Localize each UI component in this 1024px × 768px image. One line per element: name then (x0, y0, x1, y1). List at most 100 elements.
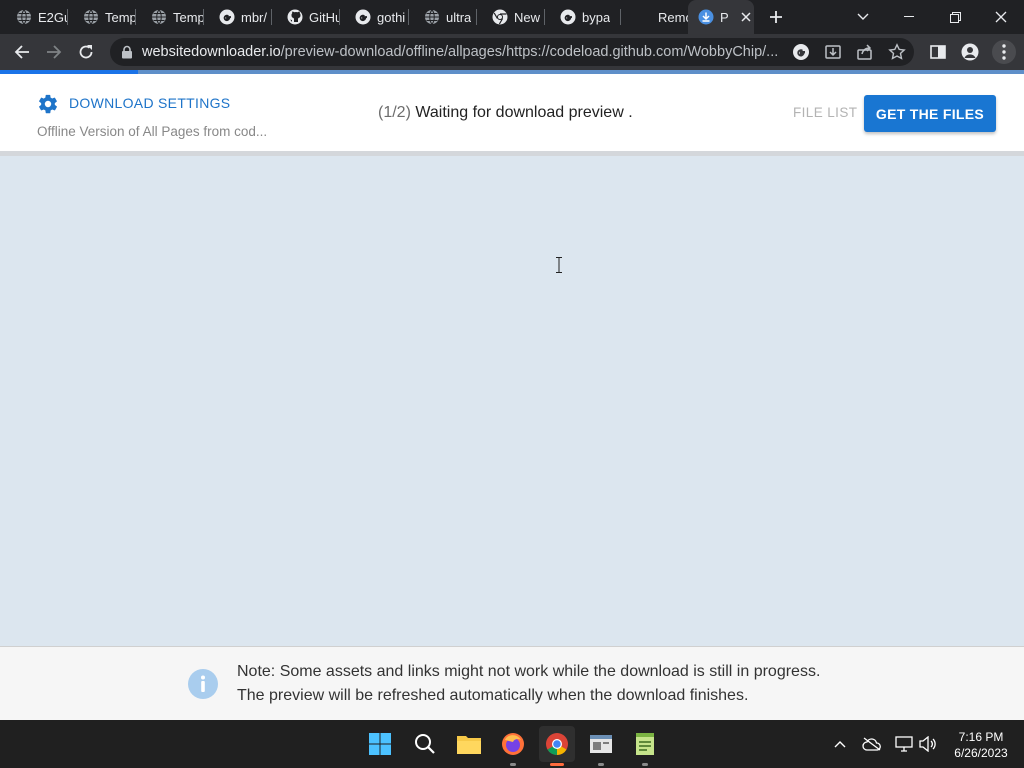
tab-title: Temp (105, 9, 135, 25)
download-status: (1/2) Waiting for download preview . (378, 104, 633, 122)
text-cursor-icon (556, 257, 562, 273)
taskbar-firefox[interactable] (495, 726, 531, 766)
google-icon (793, 44, 809, 60)
close-window-button[interactable] (978, 0, 1024, 34)
onedrive-status[interactable] (862, 734, 882, 754)
windows-taskbar: 7:16 PM 6/26/2023 (0, 720, 1024, 768)
globe-icon (152, 9, 166, 25)
google-icon (560, 9, 576, 25)
back-button[interactable] (10, 40, 34, 64)
google-lens-button[interactable] (792, 43, 810, 61)
google-icon (355, 9, 371, 25)
plus-icon (770, 11, 782, 23)
forward-button[interactable] (42, 40, 66, 64)
active-indicator (550, 763, 564, 766)
tab[interactable]: Remo (620, 0, 688, 34)
tab-separator (620, 9, 621, 25)
clock-time: 7:16 PM (958, 730, 1004, 744)
tab[interactable]: E2Gu (0, 0, 67, 34)
arrow-left-icon (14, 45, 29, 59)
running-indicator (642, 763, 648, 766)
globe-icon (17, 9, 31, 25)
tab[interactable]: gothi (339, 0, 408, 34)
note-text-line1: Note: Some assets and links might not wo… (237, 663, 821, 680)
url-text[interactable]: websitedownloader.io/preview-download/of… (142, 44, 782, 60)
globe-icon (84, 9, 98, 25)
file-explorer-icon (457, 736, 481, 754)
taskbar-app[interactable] (583, 726, 619, 766)
lock-icon[interactable] (120, 45, 134, 59)
side-panel-button[interactable] (928, 42, 948, 62)
install-app-button[interactable] (824, 43, 842, 61)
taskbar-chrome[interactable] (539, 726, 575, 766)
taskbar-search-button[interactable] (407, 726, 443, 762)
google-icon (219, 9, 235, 25)
running-indicator (598, 763, 604, 766)
download-header: DOWNLOAD SETTINGS Offline Version of All… (0, 74, 1024, 156)
close-icon (995, 11, 1007, 23)
tab[interactable]: bypa (544, 0, 612, 34)
address-bar[interactable]: websitedownloader.io/preview-download/of… (110, 38, 914, 66)
gear-icon[interactable] (37, 93, 59, 115)
tab-separator (203, 9, 204, 25)
chevron-up-icon (834, 741, 846, 748)
restore-button[interactable] (932, 0, 978, 34)
new-tab-button[interactable] (766, 7, 786, 27)
url-host: websitedownloader.io (142, 44, 281, 60)
minimize-button[interactable] (886, 0, 932, 34)
get-the-files-button[interactable]: GET THE FILES (864, 95, 996, 132)
note-text-line2: The preview will be refreshed automatica… (237, 687, 749, 704)
profile-button[interactable] (960, 42, 980, 62)
chrome-menu-button[interactable] (992, 40, 1016, 64)
tab-search-button[interactable] (840, 0, 886, 34)
tab-title: GitHu (309, 9, 339, 25)
install-icon (825, 45, 841, 59)
tab-active[interactable]: Pi (688, 0, 754, 34)
tab[interactable]: GitHu (271, 0, 339, 34)
reload-button[interactable] (74, 40, 98, 64)
tab-title: Remo (658, 9, 688, 25)
tab-strip: E2Gu Temp Temp mbr/GitHu gothi ultra New bypa Re… (0, 0, 1024, 34)
restore-icon (949, 11, 961, 23)
tab-title: bypa (582, 9, 611, 25)
tab-title: New (514, 9, 541, 25)
download-status-text: Waiting for download preview . (415, 104, 633, 121)
tab-title: gothi (377, 9, 406, 25)
share-button[interactable] (856, 43, 874, 61)
blank-icon (636, 9, 652, 25)
app-icon (590, 735, 612, 753)
bookmark-button[interactable] (888, 43, 906, 61)
download-step: (1/2) (378, 104, 411, 121)
running-indicator (510, 763, 516, 766)
chrome-icon (546, 733, 568, 755)
tab-separator (476, 9, 477, 25)
reload-icon (79, 45, 93, 59)
start-button[interactable] (362, 726, 398, 762)
preview-area (0, 161, 1024, 646)
globe-icon (425, 9, 439, 25)
notepad-icon (636, 733, 654, 755)
tab-separator (544, 9, 545, 25)
show-hidden-icons-button[interactable] (830, 734, 850, 754)
taskbar-file-explorer[interactable] (451, 726, 487, 762)
volume-control[interactable] (918, 734, 938, 754)
tab[interactable]: Temp (67, 0, 135, 34)
side-panel-icon (930, 45, 946, 59)
cloud-offline-icon (862, 737, 881, 751)
tab[interactable]: mbr/ (203, 0, 271, 34)
url-path: /preview-download/offline/allpages/https… (280, 44, 779, 60)
tab-close-button[interactable] (738, 9, 754, 25)
network-status[interactable] (894, 734, 914, 754)
tab[interactable]: ultra (408, 0, 476, 34)
taskbar-notepad[interactable] (627, 726, 663, 766)
file-list-button[interactable]: FILE LIST (793, 105, 857, 120)
tab-title: ultra (446, 9, 472, 25)
browser-toolbar: websitedownloader.io/preview-download/of… (0, 34, 1024, 70)
tab-separator (408, 9, 409, 25)
tab[interactable]: New (476, 0, 544, 34)
system-clock[interactable]: 7:16 PM 6/26/2023 (946, 729, 1016, 761)
kebab-menu-icon (1002, 44, 1006, 60)
share-icon (857, 44, 872, 60)
tab[interactable]: Temp (135, 0, 203, 34)
download-settings-link[interactable]: DOWNLOAD SETTINGS (69, 95, 230, 111)
